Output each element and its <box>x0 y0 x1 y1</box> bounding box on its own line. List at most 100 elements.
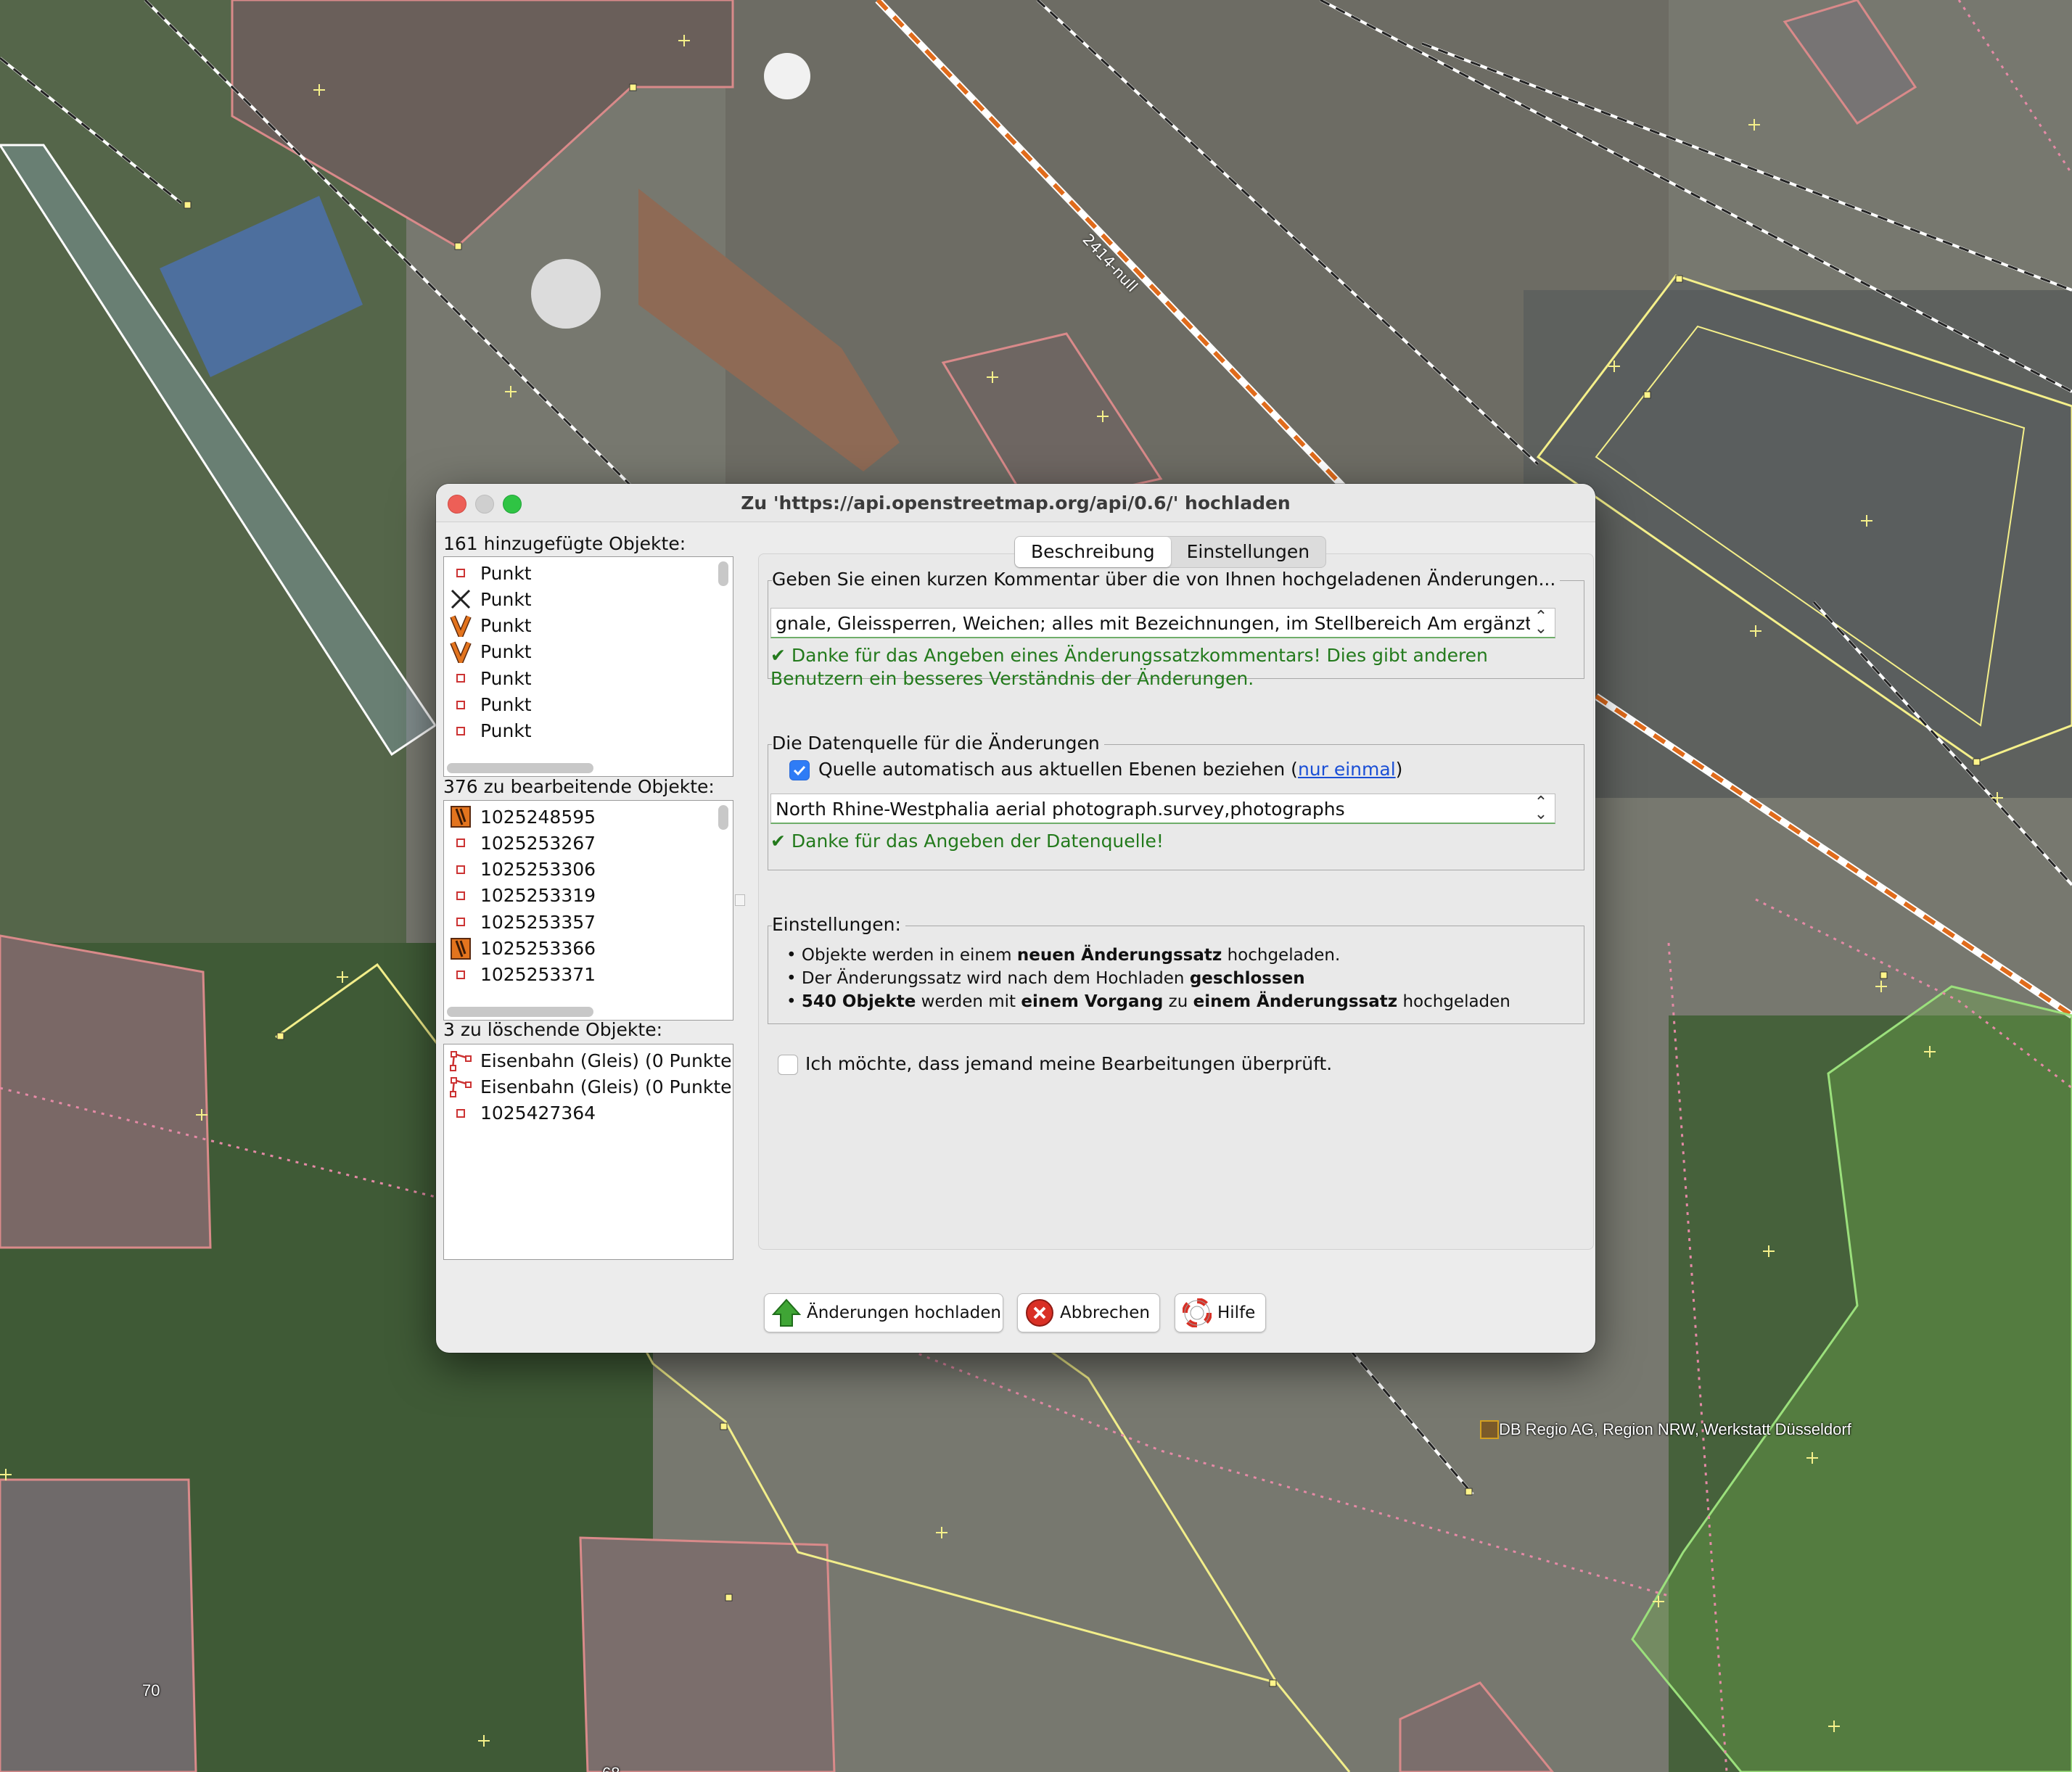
railway-switch-icon <box>448 615 473 637</box>
deleted-objects-list[interactable]: Eisenbahn (Gleis) (0 Punkte) Eisenbahn (G… <box>443 1044 733 1260</box>
list-item[interactable]: Punkt <box>448 560 532 586</box>
list-item[interactable]: Punkt <box>448 639 532 665</box>
review-label: Ich möchte, dass jemand meine Bearbeitun… <box>805 1053 1333 1074</box>
comment-ok-message: ✔ Danke für das Angeben eines Änderungss… <box>770 644 1488 691</box>
horizontal-scrollbar[interactable] <box>447 763 593 773</box>
checkmark-icon <box>793 765 806 776</box>
list-item-label: Eisenbahn (Gleis) (0 Punkte) <box>480 1076 733 1097</box>
green-up-arrow-icon <box>772 1298 801 1327</box>
list-item[interactable]: 1025253366 <box>448 936 596 962</box>
comment-combo[interactable]: gnale, Gleissperren, Weichen; alles mit … <box>770 608 1555 638</box>
settings-bold: geschlossen <box>1189 969 1305 988</box>
settings-line-2: • Der Änderungssatz wird nach dem Hochla… <box>786 969 1305 988</box>
help-label: Hilfe <box>1217 1303 1256 1322</box>
settings-text: zu <box>1163 992 1193 1011</box>
tab-description[interactable]: Beschreibung <box>1015 537 1171 567</box>
settings-bold: 540 Objekte <box>801 992 916 1011</box>
list-item-label: Punkt <box>480 641 532 663</box>
only-once-link[interactable]: nur einmal <box>1298 759 1396 780</box>
help-button[interactable]: Hilfe <box>1175 1293 1266 1332</box>
chevron-updown-icon[interactable]: ⌃ ⌄ <box>1530 794 1552 823</box>
upload-changes-button[interactable]: Änderungen hochladen <box>764 1293 1003 1332</box>
deleted-objects-label: 3 zu löschende Objekte: <box>443 1019 663 1040</box>
settings-text: hochgeladen. <box>1222 946 1341 965</box>
railway-signal-icon <box>448 937 473 960</box>
auto-source-label: Quelle automatisch aus aktuellen Ebenen … <box>818 759 1402 780</box>
map-attribution-label: DB Regio AG, Region NRW, Werkstatt Düsse… <box>1499 1420 1851 1438</box>
horizontal-scrollbar[interactable] <box>447 1007 593 1017</box>
list-item-label: Punkt <box>480 615 532 637</box>
source-ok-message: ✔ Danke für das Angeben der Datenquelle! <box>770 831 1164 852</box>
square-node-icon <box>448 911 473 933</box>
settings-bold: einem Vorgang <box>1021 992 1164 1011</box>
modified-objects-list[interactable]: 1025248595 1025253267 1025253306 1025253319… <box>443 800 733 1021</box>
tab-settings[interactable]: Einstellungen <box>1171 537 1325 567</box>
square-node-icon <box>448 964 473 986</box>
dialog-title: Zu 'https://api.openstreetmap.org/api/0.… <box>741 493 1291 514</box>
list-item[interactable]: 1025253319 <box>448 883 596 909</box>
comment-group-title: Geben Sie einen kurzen Kommentar über di… <box>772 569 1561 590</box>
settings-text: Objekte werden in einem <box>801 946 1017 965</box>
list-item[interactable]: 1025253357 <box>448 909 596 935</box>
list-item[interactable]: Punkt <box>448 586 532 612</box>
chevron-updown-icon[interactable]: ⌃ ⌄ <box>1530 609 1552 637</box>
list-item-label: 1025253267 <box>480 832 596 854</box>
comment-value: gnale, Gleissperren, Weichen; alles mit … <box>776 613 1532 634</box>
square-node-icon <box>448 832 473 854</box>
settings-group-title: Einstellungen: <box>772 914 905 935</box>
building-icon <box>1480 1420 1499 1439</box>
railway-switch-icon <box>448 641 473 663</box>
modified-objects-label: 376 zu bearbeitende Objekte: <box>443 776 715 797</box>
source-combo[interactable]: North Rhine-Westphalia aerial photograph… <box>770 794 1555 824</box>
settings-text: hochgeladen <box>1397 992 1510 1011</box>
settings-bold: einem Änderungssatz <box>1193 992 1398 1011</box>
title-bar[interactable]: Zu 'https://api.openstreetmap.org/api/0.… <box>436 484 1595 522</box>
lifebuoy-icon <box>1183 1298 1212 1327</box>
auto-source-text: Quelle automatisch aus aktuellen Ebenen … <box>818 759 1298 780</box>
added-objects-list[interactable]: Punkt Punkt Punkt Punkt Punkt Punkt Punkt <box>443 556 733 777</box>
source-group-title: Die Datenquelle für die Änderungen <box>772 733 1104 754</box>
square-node-icon <box>448 859 473 881</box>
list-item[interactable]: Punkt <box>448 692 532 718</box>
list-item[interactable]: Eisenbahn (Gleis) (0 Punkte) <box>448 1073 733 1100</box>
cancel-label: Abbrechen <box>1060 1303 1150 1322</box>
list-item[interactable]: 1025253306 <box>448 857 596 883</box>
x-cross-icon <box>448 588 473 610</box>
vertical-scrollbar[interactable] <box>718 805 728 830</box>
house-number: 68 <box>602 1764 620 1772</box>
list-item[interactable]: 1025248595 <box>448 804 596 830</box>
list-item-label: Punkt <box>480 588 532 610</box>
list-item-label: Eisenbahn (Gleis) (0 Punkte) <box>480 1050 733 1071</box>
way-icon <box>448 1076 473 1098</box>
list-item[interactable]: 1025253371 <box>448 962 596 988</box>
cancel-button[interactable]: Abbrechen <box>1017 1293 1160 1332</box>
auto-source-paren: ) <box>1395 759 1403 780</box>
square-node-icon <box>448 720 473 742</box>
splitter-handle[interactable] <box>735 894 745 906</box>
list-item[interactable]: Eisenbahn (Gleis) (0 Punkte) <box>448 1047 733 1073</box>
added-objects-label: 161 hinzugefügte Objekte: <box>443 533 686 554</box>
list-item[interactable]: 1025427364 <box>448 1100 596 1126</box>
list-item-label: 1025253319 <box>480 885 596 907</box>
comment-ok-line-1: ✔ Danke für das Angeben eines Änderungss… <box>770 645 1488 666</box>
auto-source-checkbox[interactable] <box>789 760 810 780</box>
tab-bar: Beschreibung Einstellungen <box>1014 536 1327 568</box>
vertical-scrollbar[interactable] <box>718 561 728 586</box>
list-item-label: 1025253371 <box>480 964 596 986</box>
list-item[interactable]: Punkt <box>448 665 532 691</box>
list-item[interactable]: Punkt <box>448 613 532 639</box>
square-node-icon <box>448 667 473 689</box>
railway-signal-icon <box>448 806 473 828</box>
settings-bold: neuen Änderungssatz <box>1016 946 1222 965</box>
list-item[interactable]: Punkt <box>448 718 532 744</box>
list-item-label: Punkt <box>480 562 532 584</box>
source-value: North Rhine-Westphalia aerial photograph… <box>776 799 1345 820</box>
review-checkbox[interactable] <box>778 1055 798 1075</box>
settings-text: Der Änderungssatz wird nach dem Hochlade… <box>801 969 1190 988</box>
tab-panel: Geben Sie einen kurzen Kommentar über di… <box>758 553 1594 1250</box>
red-cancel-icon <box>1025 1298 1054 1327</box>
house-number: 70 <box>142 1681 160 1699</box>
list-item-label: Punkt <box>480 694 532 715</box>
list-item[interactable]: 1025253267 <box>448 830 596 856</box>
comment-ok-line-2: Benutzern ein besseres Verständnis der Ä… <box>770 668 1254 689</box>
